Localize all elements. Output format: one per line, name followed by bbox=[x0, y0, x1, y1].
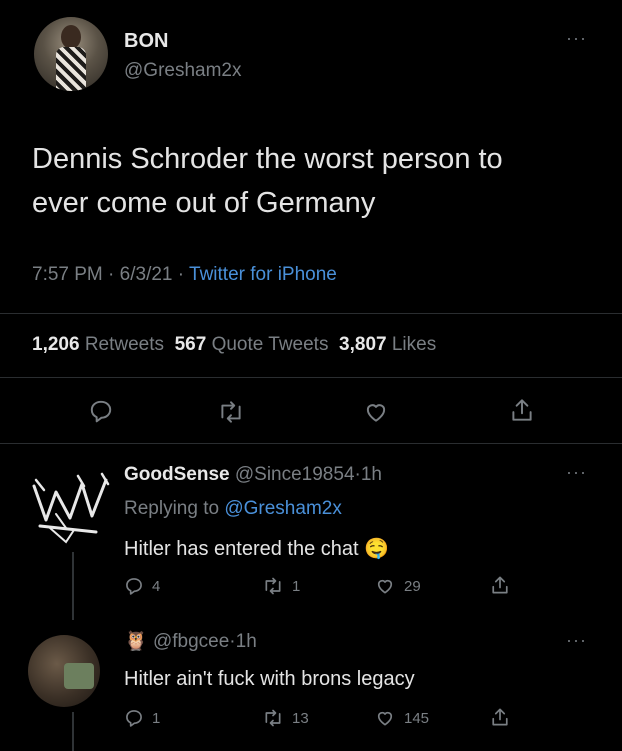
speech-bubble-icon bbox=[126, 578, 142, 595]
retweet-arrows-icon bbox=[265, 709, 281, 727]
share-upload-icon bbox=[512, 399, 532, 421]
divider bbox=[0, 377, 622, 378]
like-count: 29 bbox=[404, 577, 421, 595]
reply2-share-button[interactable] bbox=[489, 706, 511, 728]
retweet-arrows-icon bbox=[265, 577, 281, 595]
reply1-like-button[interactable]: 29 bbox=[374, 576, 421, 596]
reply2-like-button[interactable]: 145 bbox=[374, 708, 429, 728]
divider bbox=[0, 313, 622, 314]
heart-icon bbox=[377, 579, 393, 594]
tweet-date: 6/3/21 bbox=[119, 264, 173, 285]
retweet-count: 1 bbox=[292, 577, 301, 595]
more-options-icon[interactable]: ··· bbox=[566, 630, 587, 651]
reply-count: 4 bbox=[152, 577, 161, 595]
quotes-label: Quote Tweets bbox=[211, 334, 329, 355]
reply1-handle[interactable]: @Since19854 bbox=[235, 464, 355, 485]
main-avatar[interactable] bbox=[34, 17, 108, 91]
reply2-handle[interactable]: @fbgcee bbox=[153, 631, 229, 652]
like-count: 145 bbox=[404, 709, 430, 727]
reply2-age: 1h bbox=[235, 631, 257, 652]
replying-to-handle[interactable]: @Gresham2x bbox=[224, 498, 342, 519]
quotes-count: 567 bbox=[174, 334, 207, 355]
reply-count: 1 bbox=[152, 709, 161, 727]
retweets-label: Retweets bbox=[84, 334, 165, 355]
reply1-share-button[interactable] bbox=[489, 574, 511, 596]
main-handle[interactable]: @Gresham2x bbox=[124, 60, 242, 82]
thread-connector bbox=[72, 552, 74, 620]
reply1-reply-button[interactable]: 4 bbox=[124, 576, 160, 596]
reply1-header: GoodSense @Since19854·1h bbox=[124, 464, 382, 486]
reply2-text: Hitler ain't fuck with brons legacy bbox=[124, 668, 415, 690]
reply2-avatar[interactable] bbox=[28, 635, 100, 707]
reply2-reply-button[interactable]: 1 bbox=[124, 708, 160, 728]
divider bbox=[0, 443, 622, 444]
engagement-stats: 1,206 Retweets 567 Quote Tweets 3,807 Li… bbox=[32, 334, 436, 356]
meta-separator: · bbox=[177, 264, 185, 285]
replying-to-label: Replying to bbox=[124, 498, 220, 519]
quote-tweets-stat[interactable]: 567 Quote Tweets bbox=[175, 334, 329, 355]
heart-icon bbox=[366, 404, 386, 422]
heart-icon bbox=[377, 711, 393, 726]
retweets-stat[interactable]: 1,206 Retweets bbox=[32, 334, 164, 355]
main-tweet-line2: ever come out of Germany bbox=[32, 187, 376, 219]
reply1-text: Hitler has entered the chat 🤤 bbox=[124, 536, 389, 561]
reply1-display-name[interactable]: GoodSense bbox=[124, 464, 230, 485]
speech-bubble-icon bbox=[126, 710, 142, 727]
reply1-age: 1h bbox=[360, 464, 382, 485]
reply2-header: 🦉 @fbgcee·1h bbox=[124, 629, 257, 653]
reply2-retweet-button[interactable]: 13 bbox=[262, 708, 309, 728]
meta-separator: · bbox=[108, 264, 115, 285]
reply1-retweet-button[interactable]: 1 bbox=[262, 576, 300, 596]
drooling-face-emoji: 🤤 bbox=[364, 538, 390, 560]
speech-bubble-icon bbox=[90, 400, 112, 423]
retweet-button[interactable] bbox=[217, 399, 245, 425]
retweet-arrows-icon bbox=[221, 401, 241, 423]
crown-logo-avatar[interactable] bbox=[26, 468, 116, 548]
likes-label: Likes bbox=[391, 334, 437, 355]
retweet-count: 13 bbox=[292, 709, 309, 727]
main-tweet-text: Dennis Schroder the worst person to ever… bbox=[32, 137, 503, 225]
likes-stat[interactable]: 3,807 Likes bbox=[339, 334, 436, 355]
crown-icon bbox=[32, 472, 110, 544]
thread-connector bbox=[72, 712, 74, 751]
owl-emoji[interactable]: 🦉 bbox=[124, 631, 148, 652]
reply1-text-body: Hitler has entered the chat bbox=[124, 538, 359, 560]
share-upload-icon bbox=[492, 576, 508, 594]
more-options-icon[interactable]: ··· bbox=[566, 28, 587, 49]
likes-count: 3,807 bbox=[339, 334, 387, 355]
share-button[interactable] bbox=[509, 396, 535, 424]
reply-button[interactable] bbox=[88, 398, 114, 424]
main-display-name[interactable]: BON bbox=[124, 30, 168, 53]
main-tweet-line1: Dennis Schroder the worst person to bbox=[32, 143, 503, 175]
more-options-icon[interactable]: ··· bbox=[566, 462, 587, 483]
tweet-source-link[interactable]: Twitter for iPhone bbox=[189, 264, 337, 285]
like-button[interactable] bbox=[362, 399, 390, 425]
retweets-count: 1,206 bbox=[32, 334, 80, 355]
share-upload-icon bbox=[492, 708, 508, 726]
main-tweet-meta: 7:57 PM · 6/3/21 · Twitter for iPhone bbox=[32, 264, 337, 286]
tweet-time: 7:57 PM bbox=[32, 264, 103, 285]
replying-to: Replying to @Gresham2x bbox=[124, 498, 342, 520]
